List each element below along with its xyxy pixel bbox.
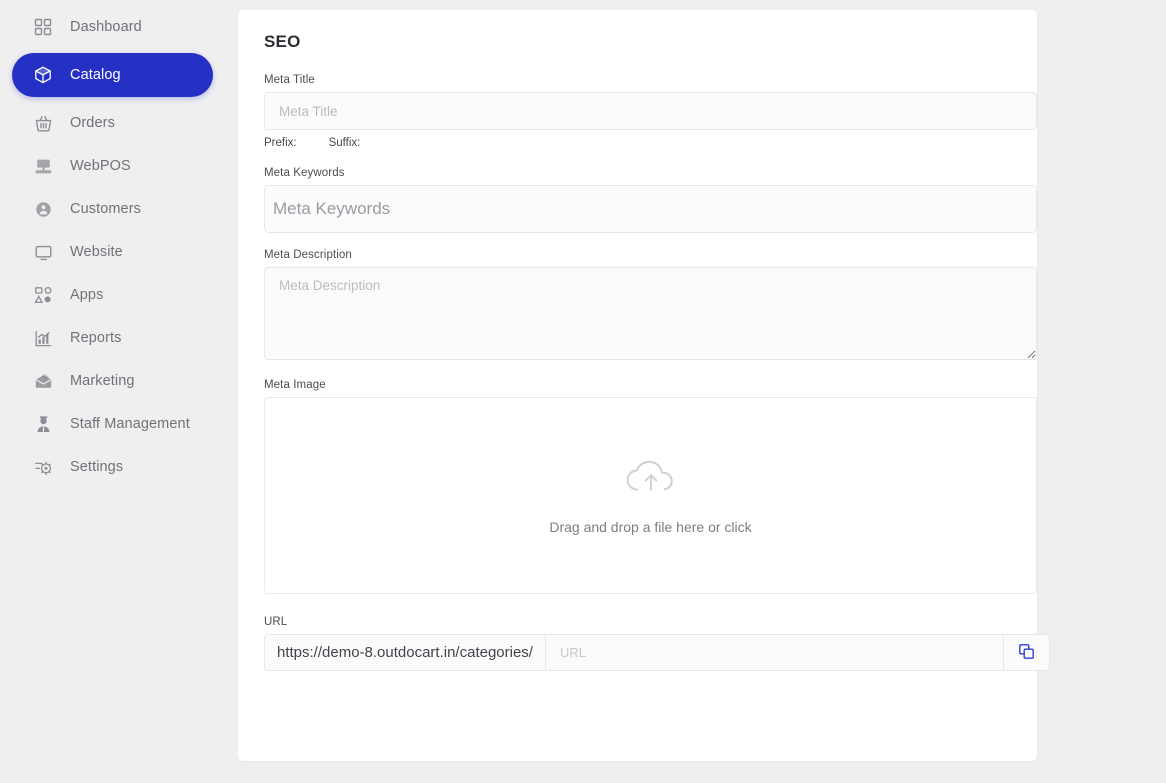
sidebar-item-customers[interactable]: Customers bbox=[12, 189, 213, 229]
page-title: SEO bbox=[264, 32, 301, 51]
meta-image-dropzone[interactable]: Drag and drop a file here or click bbox=[264, 397, 1037, 594]
sidebar-item-reports[interactable]: Reports bbox=[12, 318, 213, 358]
sidebar-item-settings[interactable]: Settings bbox=[12, 447, 213, 487]
prefix-label: Prefix: bbox=[264, 137, 297, 149]
seo-card: SEO Meta Title Prefix: Suffix: Meta Keyw… bbox=[238, 10, 1050, 761]
cloud-upload-icon bbox=[623, 456, 679, 503]
meta-description-field: Meta Description bbox=[264, 249, 1037, 365]
meta-image-field: Meta Image Drag and drop a file here or … bbox=[264, 379, 1037, 594]
sidebar-item-label: Catalog bbox=[70, 67, 121, 83]
url-input-group: https://demo-8.outdocart.in/categories/ bbox=[264, 634, 1050, 671]
url-field: URL bbox=[264, 616, 1037, 628]
chart-icon bbox=[32, 327, 54, 349]
sidebar-item-webpos[interactable]: WebPOS bbox=[12, 146, 213, 186]
suffix-label: Suffix: bbox=[328, 137, 361, 149]
sidebar-item-catalog[interactable]: Catalog bbox=[12, 53, 213, 97]
url-input[interactable] bbox=[545, 635, 1003, 670]
pos-terminal-icon bbox=[32, 155, 54, 177]
sidebar-item-label: Apps bbox=[70, 287, 104, 303]
affix-row: Prefix: Suffix: bbox=[264, 137, 1024, 149]
sidebar-item-label: Customers bbox=[70, 201, 141, 217]
meta-keywords-field: Meta Keywords bbox=[264, 167, 1037, 233]
sidebar-item-website[interactable]: Website bbox=[12, 232, 213, 272]
url-prefix: https://demo-8.outdocart.in/categories/ bbox=[265, 635, 546, 670]
sidebar-item-label: Dashboard bbox=[70, 19, 142, 35]
sidebar-item-label: Reports bbox=[70, 330, 122, 346]
envelope-icon bbox=[32, 370, 54, 392]
sidebar: Dashboard Catalog Orders WebPOS Customer… bbox=[0, 0, 225, 783]
copy-url-button[interactable] bbox=[1003, 635, 1049, 670]
box-icon bbox=[32, 64, 54, 86]
meta-title-input[interactable] bbox=[264, 92, 1037, 130]
meta-description-label: Meta Description bbox=[264, 249, 352, 261]
meta-keywords-label: Meta Keywords bbox=[264, 167, 345, 179]
app-root: Dashboard Catalog Orders WebPOS Customer… bbox=[0, 0, 1166, 783]
sidebar-item-marketing[interactable]: Marketing bbox=[12, 361, 213, 401]
gear-slider-icon bbox=[32, 456, 54, 478]
apps-icon bbox=[32, 284, 54, 306]
customers-icon bbox=[32, 198, 54, 220]
sidebar-item-label: Marketing bbox=[70, 373, 135, 389]
basket-icon bbox=[32, 112, 54, 134]
copy-icon bbox=[1018, 643, 1035, 663]
meta-keywords-input[interactable] bbox=[264, 185, 1037, 233]
sidebar-item-dashboard[interactable]: Dashboard bbox=[12, 7, 213, 47]
meta-description-textarea[interactable] bbox=[264, 267, 1037, 360]
sidebar-item-orders[interactable]: Orders bbox=[12, 103, 213, 143]
sidebar-item-label: Orders bbox=[70, 115, 115, 131]
monitor-icon bbox=[32, 241, 54, 263]
url-label: URL bbox=[264, 616, 288, 628]
sidebar-item-label: Staff Management bbox=[70, 416, 190, 432]
meta-image-label: Meta Image bbox=[264, 379, 326, 391]
sidebar-item-label: Settings bbox=[70, 459, 124, 475]
meta-title-field: Meta Title bbox=[264, 74, 1037, 130]
sidebar-item-label: WebPOS bbox=[70, 158, 131, 174]
dropzone-text: Drag and drop a file here or click bbox=[549, 519, 752, 535]
sidebar-item-apps[interactable]: Apps bbox=[12, 275, 213, 315]
grid-icon bbox=[32, 16, 54, 38]
sidebar-item-staff-management[interactable]: Staff Management bbox=[12, 404, 213, 444]
person-icon bbox=[32, 413, 54, 435]
sidebar-item-label: Website bbox=[70, 244, 123, 260]
meta-title-label: Meta Title bbox=[264, 74, 315, 86]
